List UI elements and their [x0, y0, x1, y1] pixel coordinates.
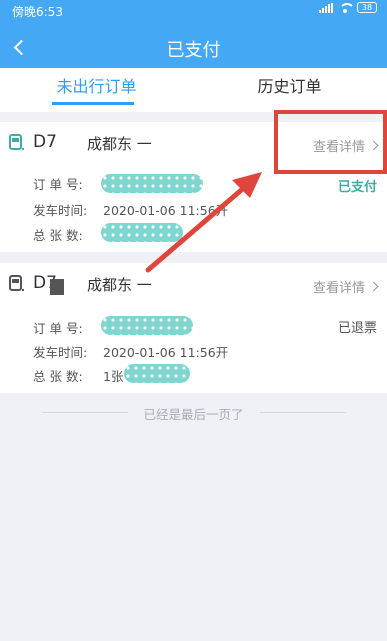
app-header: 傍晚6:53 38 已支付 — [0, 0, 387, 68]
order-number-label: 订 单 号: — [33, 321, 83, 336]
end-of-list-note: 已经是最后一页了 — [143, 407, 244, 422]
masked-order-number — [101, 174, 203, 193]
station-name: 成都东 一 — [87, 135, 152, 153]
order-number-row: 订 单 号: — [33, 174, 103, 193]
train-number: D7 — [33, 132, 57, 152]
ticket-count-row: 总 张 数: — [33, 225, 103, 244]
masked-order-number — [101, 316, 193, 335]
active-tab-indicator — [52, 102, 134, 105]
annotation-highlight-box — [274, 110, 387, 174]
page-title: 已支付 — [166, 40, 221, 61]
depart-time-row: 发车时间: 2020-01-06 11:56开 — [33, 342, 228, 361]
status-badge: 已支付 — [337, 180, 377, 195]
depart-time-value: 2020-01-06 11:56开 — [103, 345, 229, 360]
ticket-count-label: 总 张 数: — [33, 369, 83, 384]
masked-ticket-count — [124, 364, 190, 383]
order-tabs: 未出行订单 历史订单 — [0, 68, 387, 112]
status-badge: 已退票 — [337, 321, 377, 336]
order-number-row: 订 单 号: — [33, 318, 103, 337]
order-card[interactable]: D7 成都东 一 查看详情 订 单 号: 已退票 发车时间: 2020-01-06… — [0, 263, 387, 393]
order-number-label: 订 单 号: — [33, 177, 83, 192]
tab-label: 历史订单 — [257, 77, 322, 96]
view-details-link[interactable]: 查看详情 — [312, 277, 379, 296]
wifi-icon — [338, 2, 355, 13]
depart-time-label: 发车时间: — [33, 345, 88, 360]
tab-history-orders[interactable]: 历史订单 — [193, 68, 386, 112]
train-icon — [9, 275, 24, 291]
depart-time-row: 发车时间: 2020-01-06 11:56开 — [33, 200, 228, 219]
tab-upcoming-orders[interactable]: 未出行订单 — [0, 68, 193, 112]
redaction-mark — [50, 279, 64, 295]
train-icon — [9, 134, 24, 150]
status-time: 傍晚6:53 — [12, 5, 63, 19]
order-header: D7 成都东 一 查看详情 — [0, 271, 387, 296]
ticket-count-value: 1张 — [103, 369, 124, 384]
masked-ticket-count — [101, 223, 183, 242]
ticket-count-row: 总 张 数: 1张 — [33, 366, 123, 385]
ticket-count-label: 总 张 数: — [33, 228, 83, 243]
tab-label: 未出行订单 — [56, 77, 137, 96]
station-name: 成都东 一 — [87, 276, 152, 294]
battery-icon: 38 — [357, 2, 377, 13]
signal-icon — [319, 2, 333, 13]
chevron-right-icon — [368, 281, 379, 292]
depart-time-label: 发车时间: — [33, 203, 88, 218]
divider-right — [260, 412, 346, 413]
status-bar: 傍晚6:53 38 — [0, 0, 387, 20]
view-details-label: 查看详情 — [312, 281, 365, 296]
depart-time-value: 2020-01-06 11:56开 — [103, 203, 229, 218]
status-icons: 38 — [319, 2, 377, 13]
